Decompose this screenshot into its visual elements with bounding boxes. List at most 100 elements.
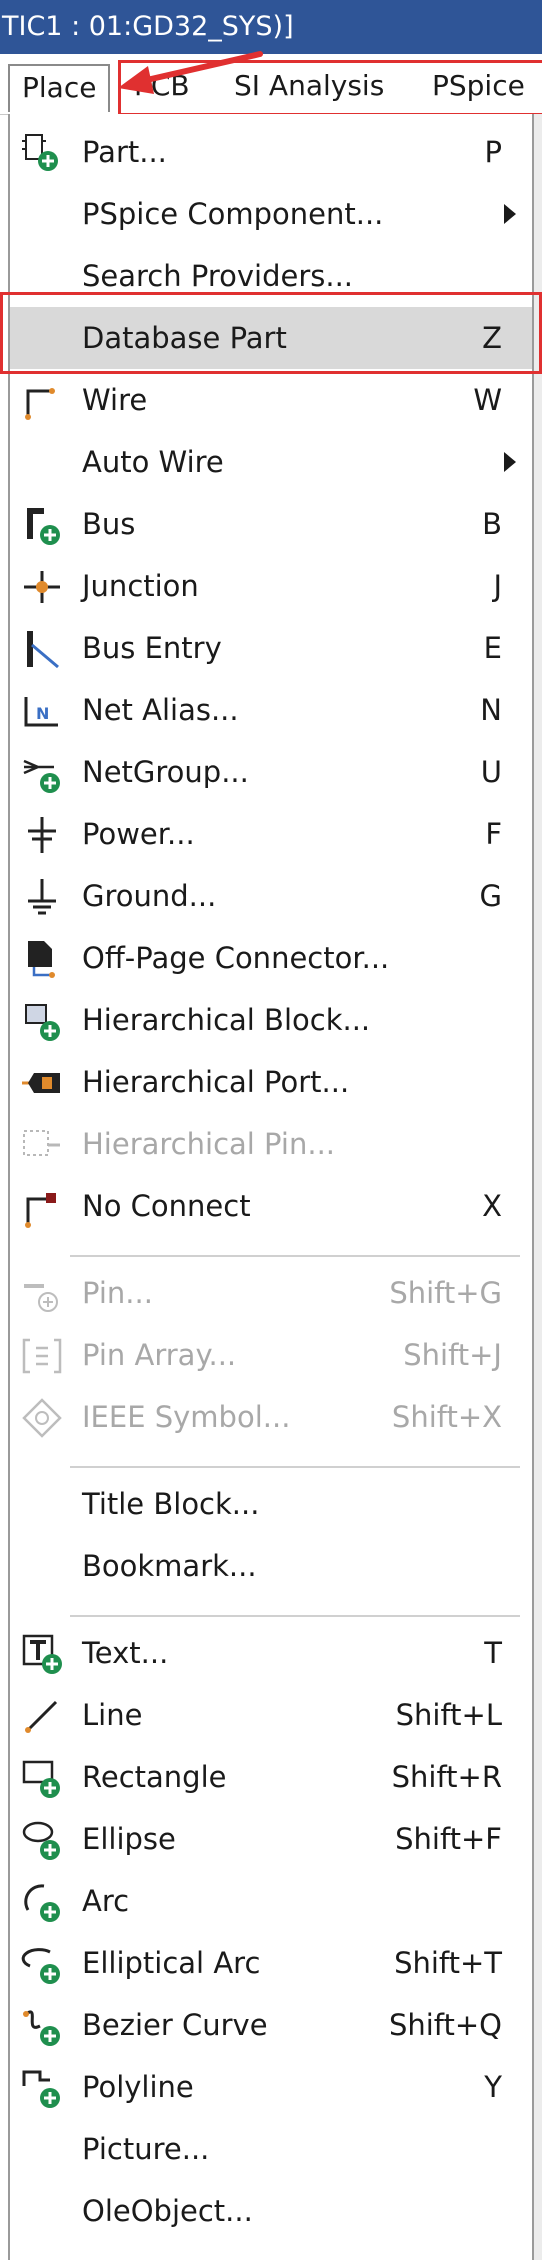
menu-item-hierarchical-pin[interactable]: Hierarchical Pin...	[10, 1113, 532, 1175]
menu-item-picture[interactable]: Picture...	[10, 2118, 532, 2180]
menu-item-label: Hierarchical Port...	[82, 1065, 350, 1099]
bezier-curve-icon	[20, 2004, 64, 2048]
hierarchical-port-icon	[20, 1061, 64, 1105]
net-alias-icon: N	[20, 689, 64, 733]
menu-item-pspice-component[interactable]: PSpice Component...	[10, 183, 532, 245]
menu-item-bezier-curve[interactable]: Bezier Curve Shift+Q	[10, 1994, 532, 2056]
menu-item-shortcut: N	[480, 693, 502, 727]
menu-item-polyline[interactable]: Polyline Y	[10, 2056, 532, 2118]
menu-item-label: Search Providers...	[82, 259, 354, 293]
menu-item-auto-wire[interactable]: Auto Wire	[10, 431, 532, 493]
menu-item-shortcut: T	[484, 1636, 502, 1670]
menu-item-rectangle[interactable]: Rectangle Shift+R	[10, 1746, 532, 1808]
power-icon	[20, 813, 64, 857]
menu-item-shortcut: Shift+G	[389, 1276, 502, 1310]
menu-item-power[interactable]: Power... F	[10, 803, 532, 865]
line-icon	[20, 1694, 64, 1738]
ellipse-icon	[20, 1818, 64, 1862]
menu-item-label: Net Alias...	[82, 693, 239, 727]
menu-item-label: Hierarchical Pin...	[82, 1127, 335, 1161]
menu-item-shortcut: G	[479, 879, 502, 913]
menu-separator	[70, 1255, 520, 1257]
menu-item-shortcut: B	[482, 507, 502, 541]
menu-item-label: Bookmark...	[82, 1549, 257, 1583]
menu-item-label: Picture...	[82, 2132, 210, 2166]
bus-entry-icon	[20, 627, 64, 671]
menu-item-label: Polyline	[82, 2070, 194, 2104]
hierarchical-pin-icon	[20, 1123, 64, 1167]
menu-item-shortcut: P	[484, 135, 503, 169]
menu-item-netgroup[interactable]: NetGroup... U	[10, 741, 532, 803]
ground-icon	[20, 875, 64, 919]
menu-place[interactable]: Place	[8, 64, 111, 112]
menu-item-no-connect[interactable]: No Connect X	[10, 1175, 532, 1237]
svg-text:N: N	[36, 704, 49, 723]
menu-item-label: Power...	[82, 817, 195, 851]
menu-item-shortcut: Shift+Q	[388, 2008, 502, 2042]
menu-item-wire[interactable]: Wire W	[10, 369, 532, 431]
menu-item-label: Text...	[82, 1636, 169, 1670]
wire-icon	[20, 379, 64, 423]
menu-item-label: Part...	[82, 135, 167, 169]
menu-item-line[interactable]: Line Shift+L	[10, 1684, 532, 1746]
menu-item-label: Elliptical Arc	[82, 1946, 261, 1980]
menu-item-bus[interactable]: Bus B	[10, 493, 532, 555]
menu-item-hierarchical-block[interactable]: Hierarchical Block...	[10, 989, 532, 1051]
menu-item-arc[interactable]: Arc	[10, 1870, 532, 1932]
menu-item-label: Bus Entry	[82, 631, 222, 665]
menu-item-search-providers[interactable]: Search Providers...	[10, 245, 532, 307]
bus-icon	[20, 503, 64, 547]
pin-icon	[20, 1272, 64, 1316]
menu-item-label: Pin...	[82, 1276, 153, 1310]
no-connect-icon	[20, 1185, 64, 1229]
elliptical-arc-icon	[20, 1942, 64, 1986]
ieee-symbol-icon	[20, 1396, 64, 1440]
menu-item-label: Off-Page Connector...	[82, 941, 390, 975]
menu-item-shortcut: U	[480, 755, 502, 789]
menu-item-label: Arc	[82, 1884, 130, 1918]
menu-item-pin-array[interactable]: Pin Array... Shift+J	[10, 1324, 532, 1386]
menu-item-bookmark[interactable]: Bookmark...	[10, 1535, 532, 1597]
menu-item-ellipse[interactable]: Ellipse Shift+F	[10, 1808, 532, 1870]
pin-array-icon	[20, 1334, 64, 1378]
menu-item-label: Rectangle	[82, 1760, 227, 1794]
submenu-arrow-icon	[504, 204, 516, 224]
menu-item-label: IEEE Symbol...	[82, 1400, 291, 1434]
menu-item-label: Ellipse	[82, 1822, 176, 1856]
menu-item-title-block[interactable]: Title Block...	[10, 1473, 532, 1535]
menu-item-label: Bus	[82, 507, 136, 541]
menu-item-shortcut: Shift+L	[395, 1698, 502, 1732]
menu-item-shortcut: Z	[482, 321, 502, 355]
off-page-connector-icon	[20, 937, 64, 981]
menu-item-shortcut: F	[485, 817, 502, 851]
menu-item-hierarchical-port[interactable]: Hierarchical Port...	[10, 1051, 532, 1113]
hierarchical-block-icon	[20, 999, 64, 1043]
menu-item-part[interactable]: Part... P	[10, 121, 532, 183]
menu-item-label: Line	[82, 1698, 143, 1732]
menu-item-label: Junction	[82, 569, 199, 603]
menu-item-junction[interactable]: Junction J	[10, 555, 532, 617]
menu-item-label: OleObject...	[82, 2194, 253, 2228]
arc-icon	[20, 1880, 64, 1924]
menu-item-bus-entry[interactable]: Bus Entry E	[10, 617, 532, 679]
menu-item-shortcut: Shift+J	[403, 1338, 502, 1372]
menu-item-shortcut: Shift+T	[394, 1946, 502, 1980]
menu-item-oleobject[interactable]: OleObject...	[10, 2180, 532, 2242]
menu-item-ground[interactable]: Ground... G	[10, 865, 532, 927]
menu-item-ieee-symbol[interactable]: IEEE Symbol... Shift+X	[10, 1386, 532, 1448]
menu-item-pin[interactable]: Pin... Shift+G	[10, 1262, 532, 1324]
submenu-arrow-icon	[504, 452, 516, 472]
menu-item-database-part[interactable]: Database Part Z	[10, 307, 532, 369]
window-title: TIC1 : 01:GD32_SYS)]	[2, 11, 294, 42]
menu-item-text[interactable]: Text... T	[10, 1622, 532, 1684]
menu-item-shortcut: X	[482, 1189, 502, 1223]
menu-separator	[70, 1466, 520, 1468]
menu-item-shortcut: Shift+F	[395, 1822, 502, 1856]
menu-item-off-page-connector[interactable]: Off-Page Connector...	[10, 927, 532, 989]
background-strip	[534, 114, 542, 2260]
menu-item-elliptical-arc[interactable]: Elliptical Arc Shift+T	[10, 1932, 532, 1994]
menu-item-net-alias[interactable]: N Net Alias... N	[10, 679, 532, 741]
menu-item-label: Bezier Curve	[82, 2008, 268, 2042]
place-dropdown-menu: Part... P PSpice Component... Search Pro…	[8, 114, 534, 2260]
menu-item-label: No Connect	[82, 1189, 251, 1223]
